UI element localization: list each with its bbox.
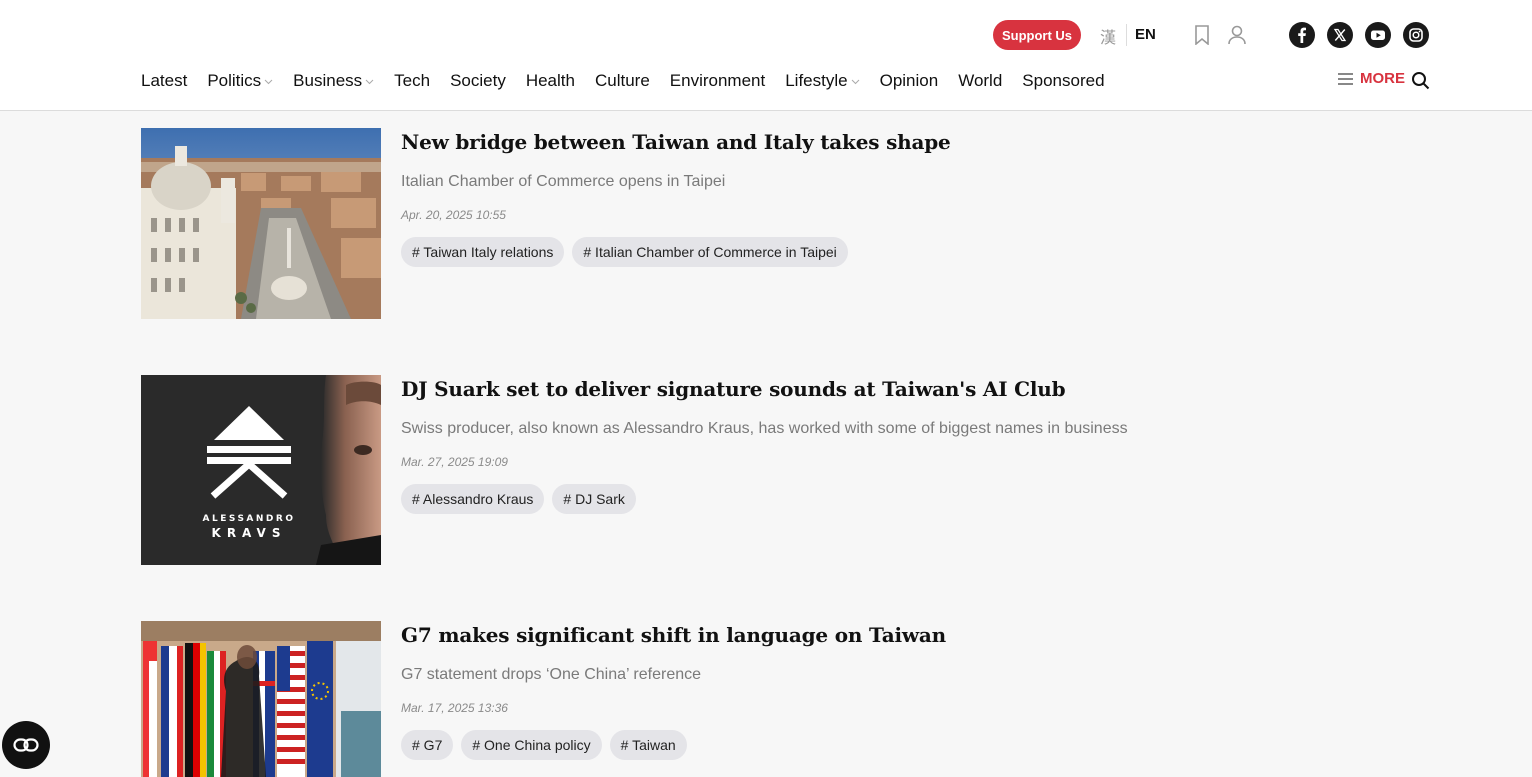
nav-item-environment[interactable]: Environment xyxy=(670,71,765,91)
tag-chip[interactable]: # Taiwan Italy relations xyxy=(401,237,565,267)
article-card[interactable]: ALESSANDRO KRAVS DJ Suark set to deliver… xyxy=(141,375,1341,565)
nav-item-latest[interactable]: Latest xyxy=(141,71,187,91)
tag-chip[interactable]: # DJ Sark xyxy=(552,484,636,514)
nav-item-tech[interactable]: Tech xyxy=(394,71,430,91)
nav-label: Business xyxy=(293,71,363,90)
article-tags: # G7 # One China policy # Taiwan xyxy=(401,730,695,760)
lang-english-link[interactable]: EN xyxy=(1135,26,1156,43)
tag-chip[interactable]: # Taiwan xyxy=(609,730,687,760)
user-icon[interactable] xyxy=(1227,24,1247,46)
nav-item-world[interactable]: World xyxy=(958,71,1002,91)
link-icon xyxy=(13,738,39,752)
site-header: Support Us 漢 EN Latest Politics Business… xyxy=(0,0,1532,111)
menu-icon xyxy=(1338,72,1353,85)
youtube-icon[interactable] xyxy=(1365,22,1391,48)
chevron-down-icon xyxy=(365,77,374,86)
search-icon[interactable] xyxy=(1411,71,1430,95)
article-title[interactable]: DJ Suark set to deliver signature sounds… xyxy=(401,377,1066,401)
nav-item-business[interactable]: Business xyxy=(293,71,374,91)
article-thumbnail[interactable] xyxy=(141,128,381,319)
article-card[interactable]: G7 makes significant shift in language o… xyxy=(141,621,1341,777)
article-card[interactable]: New bridge between Taiwan and Italy take… xyxy=(141,128,1341,319)
floating-action-button[interactable] xyxy=(2,721,50,769)
article-thumbnail[interactable] xyxy=(141,621,381,777)
chevron-down-icon xyxy=(264,77,273,86)
support-us-button[interactable]: Support Us xyxy=(993,20,1081,50)
lang-divider xyxy=(1126,24,1127,46)
nav-label: Latest xyxy=(141,71,188,90)
main-nav: Latest Politics Business Tech Society He… xyxy=(141,69,1125,93)
nav-item-lifestyle[interactable]: Lifestyle xyxy=(785,71,859,91)
article-subtitle: Swiss producer, also known as Alessandro… xyxy=(401,420,1128,437)
tag-chip[interactable]: # Alessandro Kraus xyxy=(401,484,545,514)
nav-label: Culture xyxy=(594,71,650,90)
nav-item-politics[interactable]: Politics xyxy=(207,71,273,91)
nav-item-culture[interactable]: Culture xyxy=(595,71,650,91)
thumb-text-line1: ALESSANDRO xyxy=(203,514,296,524)
nav-item-health[interactable]: Health xyxy=(526,71,575,91)
article-date: Mar. 27, 2025 19:09 xyxy=(401,455,508,469)
article-thumbnail[interactable]: ALESSANDRO KRAVS xyxy=(141,375,381,566)
tag-chip[interactable]: # One China policy xyxy=(461,730,602,760)
nav-label: Lifestyle xyxy=(785,71,848,90)
tag-chip[interactable]: # Italian Chamber of Commerce in Taipei xyxy=(572,237,848,267)
nav-label: Society xyxy=(450,71,506,90)
chevron-down-icon xyxy=(851,77,860,86)
article-subtitle: G7 statement drops ‘One China’ reference xyxy=(401,666,702,683)
nav-item-society[interactable]: Society xyxy=(450,71,506,91)
facebook-icon[interactable] xyxy=(1289,22,1315,48)
article-tags: # Taiwan Italy relations # Italian Chamb… xyxy=(401,237,856,267)
nav-item-opinion[interactable]: Opinion xyxy=(880,71,939,91)
nav-label: World xyxy=(958,71,1003,90)
article-title[interactable]: G7 makes significant shift in language o… xyxy=(401,623,946,647)
nav-label: Politics xyxy=(207,71,262,90)
tag-chip[interactable]: # G7 xyxy=(401,730,454,760)
thumb-text-line2: KRAVS xyxy=(212,526,287,540)
nav-item-sponsored[interactable]: Sponsored xyxy=(1022,71,1104,91)
article-title[interactable]: New bridge between Taiwan and Italy take… xyxy=(401,130,951,154)
more-menu-button[interactable]: MORE xyxy=(1338,70,1405,87)
nav-label: Tech xyxy=(394,71,431,90)
nav-label: Sponsored xyxy=(1022,71,1105,90)
instagram-icon[interactable] xyxy=(1403,22,1429,48)
more-label: MORE xyxy=(1360,70,1405,87)
nav-label: Environment xyxy=(669,71,766,90)
article-date: Mar. 17, 2025 13:36 xyxy=(401,701,508,715)
bookmark-icon[interactable] xyxy=(1193,24,1211,46)
x-icon[interactable] xyxy=(1327,22,1353,48)
article-tags: # Alessandro Kraus # DJ Sark xyxy=(401,484,644,514)
article-date: Apr. 20, 2025 10:55 xyxy=(401,208,506,222)
nav-label: Health xyxy=(525,71,575,90)
lang-chinese-link[interactable]: 漢 xyxy=(1100,24,1116,48)
nav-label: Opinion xyxy=(879,71,939,90)
article-subtitle: Italian Chamber of Commerce opens in Tai… xyxy=(401,173,726,190)
